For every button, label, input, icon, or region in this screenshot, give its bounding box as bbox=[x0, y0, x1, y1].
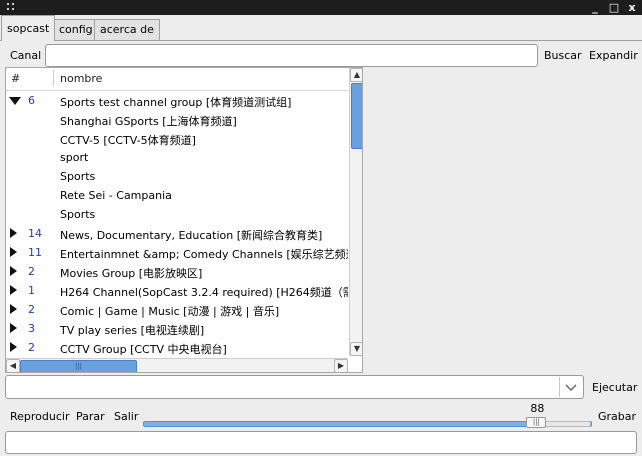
expander-collapsed-icon[interactable] bbox=[10, 266, 17, 276]
expander-expanded-icon[interactable] bbox=[9, 97, 21, 105]
chevron-down-icon bbox=[565, 384, 577, 392]
play-button[interactable]: Reproducir bbox=[10, 410, 70, 423]
channel-row[interactable]: Sports bbox=[6, 167, 348, 186]
row-name: H264 Channel(SopCast 3.2.4 required) [H2… bbox=[60, 286, 348, 299]
group-row[interactable]: 2 CCTV Group [CCTV 中央电视台] bbox=[6, 338, 348, 357]
row-name: Shanghai GSports [上海体育频道] bbox=[60, 115, 237, 128]
tree-horizontal-scrollbar[interactable]: ◀ ||| ▶ bbox=[6, 358, 348, 372]
group-row[interactable]: 6 Sports test channel group [体育频道测试组] bbox=[6, 91, 348, 110]
row-count: 2 bbox=[28, 265, 35, 278]
row-name: Entertainmnet &amp; Comedy Channels [娱乐综… bbox=[60, 248, 348, 261]
row-count: 3 bbox=[28, 322, 35, 335]
volume-value: 88 bbox=[530, 402, 545, 415]
row-name: Sports test channel group [体育频道测试组] bbox=[60, 96, 292, 109]
channel-row[interactable]: Sports bbox=[6, 205, 348, 224]
scroll-up-icon[interactable]: ▲ bbox=[350, 68, 362, 82]
scroll-left-icon[interactable]: ◀ bbox=[6, 359, 20, 372]
window-menu-icon[interactable] bbox=[7, 3, 15, 11]
status-field[interactable] bbox=[5, 431, 637, 454]
horizontal-scroll-thumb[interactable]: ||| bbox=[20, 360, 137, 372]
tab-config[interactable]: config bbox=[53, 19, 99, 40]
row-name: Rete Sei - Campania bbox=[60, 189, 172, 202]
group-row[interactable]: 11 Entertainmnet &amp; Comedy Channels [娱… bbox=[6, 243, 348, 262]
minimize-button[interactable]: _ bbox=[588, 1, 602, 14]
channel-label: Canal bbox=[10, 49, 42, 62]
channel-row[interactable]: sport bbox=[6, 148, 348, 167]
tab-sopcast[interactable]: sopcast bbox=[1, 15, 56, 41]
expander-collapsed-icon[interactable] bbox=[10, 228, 17, 238]
tree-vertical-scrollbar[interactable]: ▲ ▼ bbox=[349, 68, 362, 356]
volume-slider-handle[interactable]: ||| bbox=[526, 417, 547, 428]
row-count: 11 bbox=[28, 246, 42, 259]
row-name: Sports bbox=[60, 208, 96, 221]
group-row[interactable]: 3 TV play series [电视连续剧] bbox=[6, 319, 348, 338]
group-row[interactable]: 14 News, Documentary, Education [新闻综合教育类] bbox=[6, 224, 348, 243]
expander-collapsed-icon[interactable] bbox=[10, 285, 17, 295]
expander-collapsed-icon[interactable] bbox=[10, 323, 17, 333]
expander-collapsed-icon[interactable] bbox=[10, 247, 17, 257]
tab-bar: sopcast config acerca de bbox=[0, 15, 642, 41]
expander-collapsed-icon[interactable] bbox=[10, 342, 17, 352]
scroll-right-icon[interactable]: ▶ bbox=[334, 359, 348, 372]
row-count: 2 bbox=[28, 341, 35, 354]
row-name: CCTV Group [CCTV 中央电视台] bbox=[60, 343, 227, 356]
tab-acerca-de[interactable]: acerca de bbox=[94, 19, 160, 40]
scroll-down-icon[interactable]: ▼ bbox=[350, 342, 362, 356]
search-button[interactable]: Buscar bbox=[544, 49, 582, 62]
close-button[interactable]: x bbox=[625, 1, 639, 14]
row-name: Comic | Game | Music [动漫 | 游戏 | 音乐] bbox=[60, 305, 280, 318]
stop-button[interactable]: Parar bbox=[76, 410, 105, 423]
maximize-button[interactable]: □ bbox=[607, 1, 621, 14]
row-name: Sports bbox=[60, 170, 96, 183]
combobox-dropdown-button[interactable] bbox=[559, 377, 582, 397]
row-name: CCTV-5 [CCTV-5体育频道] bbox=[60, 134, 196, 147]
group-row[interactable]: 2 Movies Group [电影放映区] bbox=[6, 262, 348, 281]
window-titlebar[interactable]: _ □ x bbox=[0, 0, 642, 15]
expander-collapsed-icon[interactable] bbox=[10, 304, 17, 314]
volume-slider-remainder[interactable] bbox=[544, 421, 591, 427]
volume-slider[interactable] bbox=[143, 421, 592, 427]
expand-button[interactable]: Expandir bbox=[589, 49, 638, 62]
vertical-scroll-thumb[interactable] bbox=[351, 83, 362, 149]
row-count: 1 bbox=[28, 284, 35, 297]
channel-row[interactable]: Shanghai GSports [上海体育频道] bbox=[6, 110, 348, 129]
channel-input[interactable] bbox=[45, 44, 538, 67]
row-count: 6 bbox=[28, 94, 35, 107]
channel-tree[interactable]: # nombre 6 Sports test channel group [体育频… bbox=[5, 67, 363, 373]
exit-button[interactable]: Salir bbox=[114, 410, 138, 423]
channel-row[interactable]: Rete Sei - Campania bbox=[6, 186, 348, 205]
row-count: 14 bbox=[28, 227, 42, 240]
row-name: sport bbox=[60, 151, 89, 164]
row-name: TV play series [电视连续剧] bbox=[60, 324, 205, 337]
execute-button[interactable]: Ejecutar bbox=[592, 381, 637, 394]
row-name: News, Documentary, Education [新闻综合教育类] bbox=[60, 229, 323, 242]
record-button[interactable]: Grabar bbox=[598, 410, 636, 423]
column-header-name[interactable]: nombre bbox=[60, 72, 102, 85]
command-combobox[interactable] bbox=[5, 375, 584, 399]
row-name: Movies Group [电影放映区] bbox=[60, 267, 203, 280]
column-separator[interactable] bbox=[53, 70, 54, 87]
group-row[interactable]: 2 Comic | Game | Music [动漫 | 游戏 | 音乐] bbox=[6, 300, 348, 319]
row-count: 2 bbox=[28, 303, 35, 316]
channel-row[interactable]: CCTV-5 [CCTV-5体育频道] bbox=[6, 129, 348, 148]
column-header-number[interactable]: # bbox=[11, 72, 20, 85]
tree-header: # nombre bbox=[6, 68, 348, 91]
group-row[interactable]: 1 H264 Channel(SopCast 3.2.4 required) [H… bbox=[6, 281, 348, 300]
